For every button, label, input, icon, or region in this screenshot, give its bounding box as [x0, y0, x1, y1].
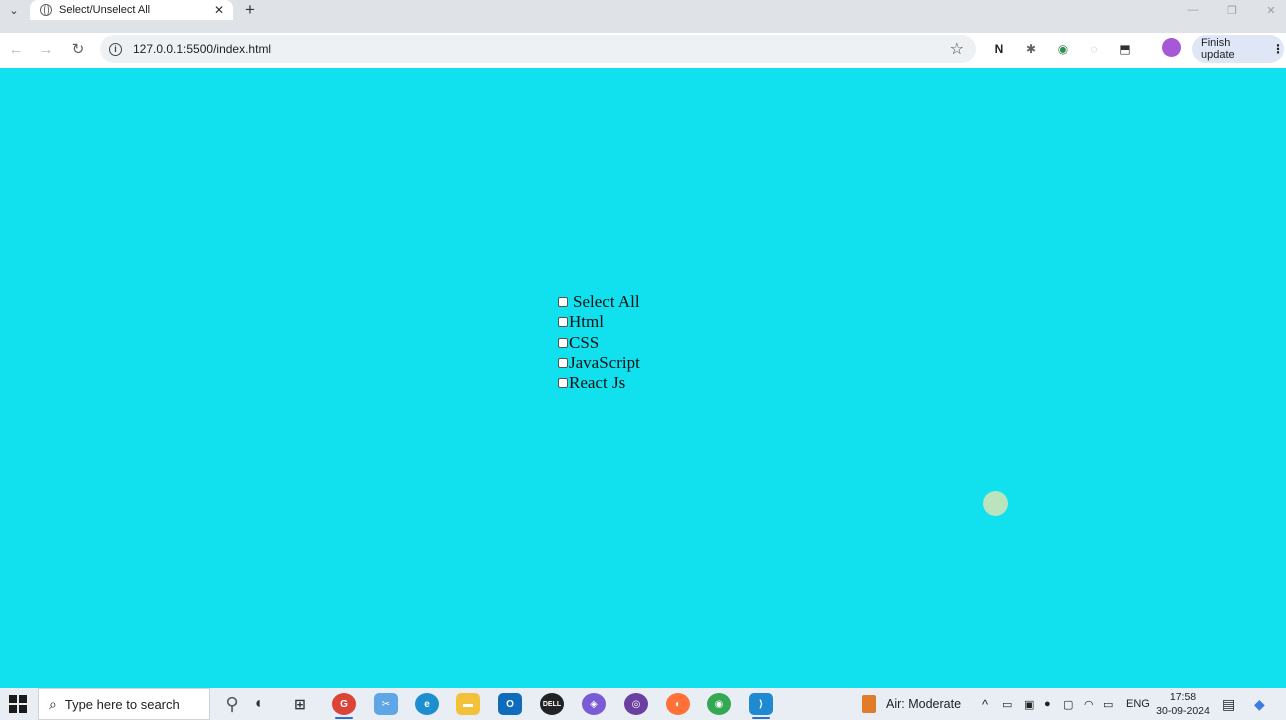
html-label: Html — [569, 312, 604, 332]
taskbar-clock[interactable]: 17:58 30-09-2024 — [1152, 690, 1214, 718]
microphone-icon[interactable]: ● — [1044, 688, 1051, 720]
tab-title: Select/Unselect All — [59, 4, 151, 16]
minimize-button[interactable]: — — [1178, 0, 1208, 20]
new-tab-button[interactable]: + — [241, 0, 259, 20]
extensions-puzzle-icon[interactable]: ⬒ — [1114, 38, 1136, 60]
bookmark-star-icon[interactable]: ☆ — [950, 39, 964, 59]
javascript-row[interactable]: JavaScript — [558, 353, 640, 373]
tab-close-icon[interactable]: ✕ — [211, 2, 227, 18]
javascript-label: JavaScript — [569, 352, 640, 372]
firefox-icon[interactable]: ◐ — [666, 693, 690, 715]
site-info-icon[interactable]: i — [109, 42, 122, 56]
notifications-icon[interactable]: ▤ — [1222, 688, 1235, 720]
file-explorer-icon[interactable]: ▬ — [456, 693, 480, 715]
checkbox-list: Select All Html CSS JavaScript React Js — [558, 292, 640, 393]
react-js-row[interactable]: React Js — [558, 373, 640, 393]
tab-search-chevron-icon[interactable]: ⌄ — [4, 2, 24, 18]
windows-taskbar: ⌕ Type here to search ⚲ ◖ ⊞ G ✂ e ▬ O DE… — [0, 688, 1286, 720]
react-js-label: React Js — [569, 373, 626, 393]
chrome-icon[interactable]: ◉ — [707, 693, 731, 715]
copilot-tray-icon[interactable]: ◆ — [1254, 688, 1265, 720]
window-close-button[interactable]: ✕ — [1256, 0, 1286, 20]
vs-code-icon[interactable]: ⟩ — [749, 693, 773, 715]
select-all-label: Select All — [573, 292, 640, 312]
html-row[interactable]: Html — [558, 312, 640, 332]
forward-button[interactable]: → — [33, 36, 59, 62]
tray-app-icon[interactable]: ▭ — [1002, 688, 1012, 720]
cortana-figure-icon[interactable]: ⚲ — [220, 693, 244, 715]
air-quality-icon — [862, 695, 876, 713]
display-icon[interactable]: ▢ — [1063, 688, 1073, 720]
taskbar-search-input[interactable]: ⌕ Type here to search — [38, 688, 210, 720]
tab-strip: ⌄ Select/Unselect All ✕ + — ❐ ✕ — [0, 0, 1286, 33]
headset-icon[interactable]: ◖ — [246, 693, 270, 715]
back-button[interactable]: ← — [3, 36, 29, 62]
url-text[interactable]: 127.0.0.1:5500/index.html — [133, 42, 950, 56]
dell-icon[interactable]: DELL — [540, 693, 564, 715]
select-all-row[interactable]: Select All — [558, 292, 640, 312]
github-desktop-icon[interactable]: ◎ — [624, 693, 648, 715]
finish-update-button[interactable]: Finish update ⋮ — [1192, 35, 1284, 63]
weather-widget[interactable]: Air: Moderate — [862, 688, 961, 720]
notion-extension-icon[interactable]: N — [988, 38, 1010, 60]
select-all-checkbox[interactable] — [558, 297, 568, 308]
cursor-highlight — [983, 491, 1008, 516]
meet-now-icon[interactable]: ▣ — [1024, 688, 1034, 720]
battery-icon[interactable]: ▭ — [1103, 688, 1113, 720]
search-icon: ⌕ — [49, 695, 57, 712]
outlook-icon[interactable]: O — [498, 693, 522, 715]
active-indicator — [752, 717, 770, 719]
restore-button[interactable]: ❐ — [1217, 0, 1247, 20]
windows-start-icon[interactable] — [6, 692, 30, 716]
weather-text: Air: Moderate — [886, 697, 962, 711]
finish-update-label: Finish update — [1201, 37, 1235, 61]
circle-extension-icon[interactable]: ◌ — [1083, 38, 1105, 60]
address-bar[interactable]: i 127.0.0.1:5500/index.html ☆ — [100, 35, 976, 63]
html-checkbox[interactable] — [558, 317, 568, 328]
task-view-icon[interactable]: ⊞ — [288, 693, 312, 715]
javascript-checkbox[interactable] — [558, 357, 568, 368]
clock-time: 17:58 — [1169, 691, 1197, 703]
react-js-checkbox[interactable] — [558, 378, 568, 389]
browser-toolbar: ← → ↻ i 127.0.0.1:5500/index.html ☆ N ✱ … — [0, 33, 1286, 68]
green-extension-icon[interactable]: ◉ — [1052, 38, 1074, 60]
snipping-tool-icon[interactable]: ✂ — [374, 693, 398, 715]
tab-select-unselect-all[interactable]: Select/Unselect All ✕ — [30, 0, 233, 20]
edge-icon[interactable]: e — [415, 693, 439, 715]
wifi-icon[interactable]: ◠ — [1084, 688, 1094, 720]
css-checkbox[interactable] — [558, 337, 568, 348]
reload-button[interactable]: ↻ — [65, 36, 91, 62]
profile-avatar[interactable] — [1162, 38, 1181, 57]
bug-extension-icon[interactable]: ✱ — [1020, 38, 1042, 60]
css-label: CSS — [569, 332, 600, 352]
active-indicator — [335, 717, 353, 719]
search-placeholder: Type here to search — [64, 696, 180, 712]
browser-menu-icon[interactable]: ⋮ — [1272, 42, 1284, 56]
clock-date: 30-09-2024 — [1156, 705, 1210, 717]
globe-icon — [40, 4, 52, 16]
tray-overflow-chevron-icon[interactable]: ^ — [982, 688, 988, 720]
copilot-icon[interactable]: ◈ — [582, 693, 606, 715]
css-row[interactable]: CSS — [558, 333, 640, 353]
page-content: Select All Html CSS JavaScript React Js — [0, 68, 1286, 688]
language-indicator[interactable]: ENG — [1126, 688, 1150, 720]
chrome-work-icon[interactable]: G — [332, 693, 356, 715]
